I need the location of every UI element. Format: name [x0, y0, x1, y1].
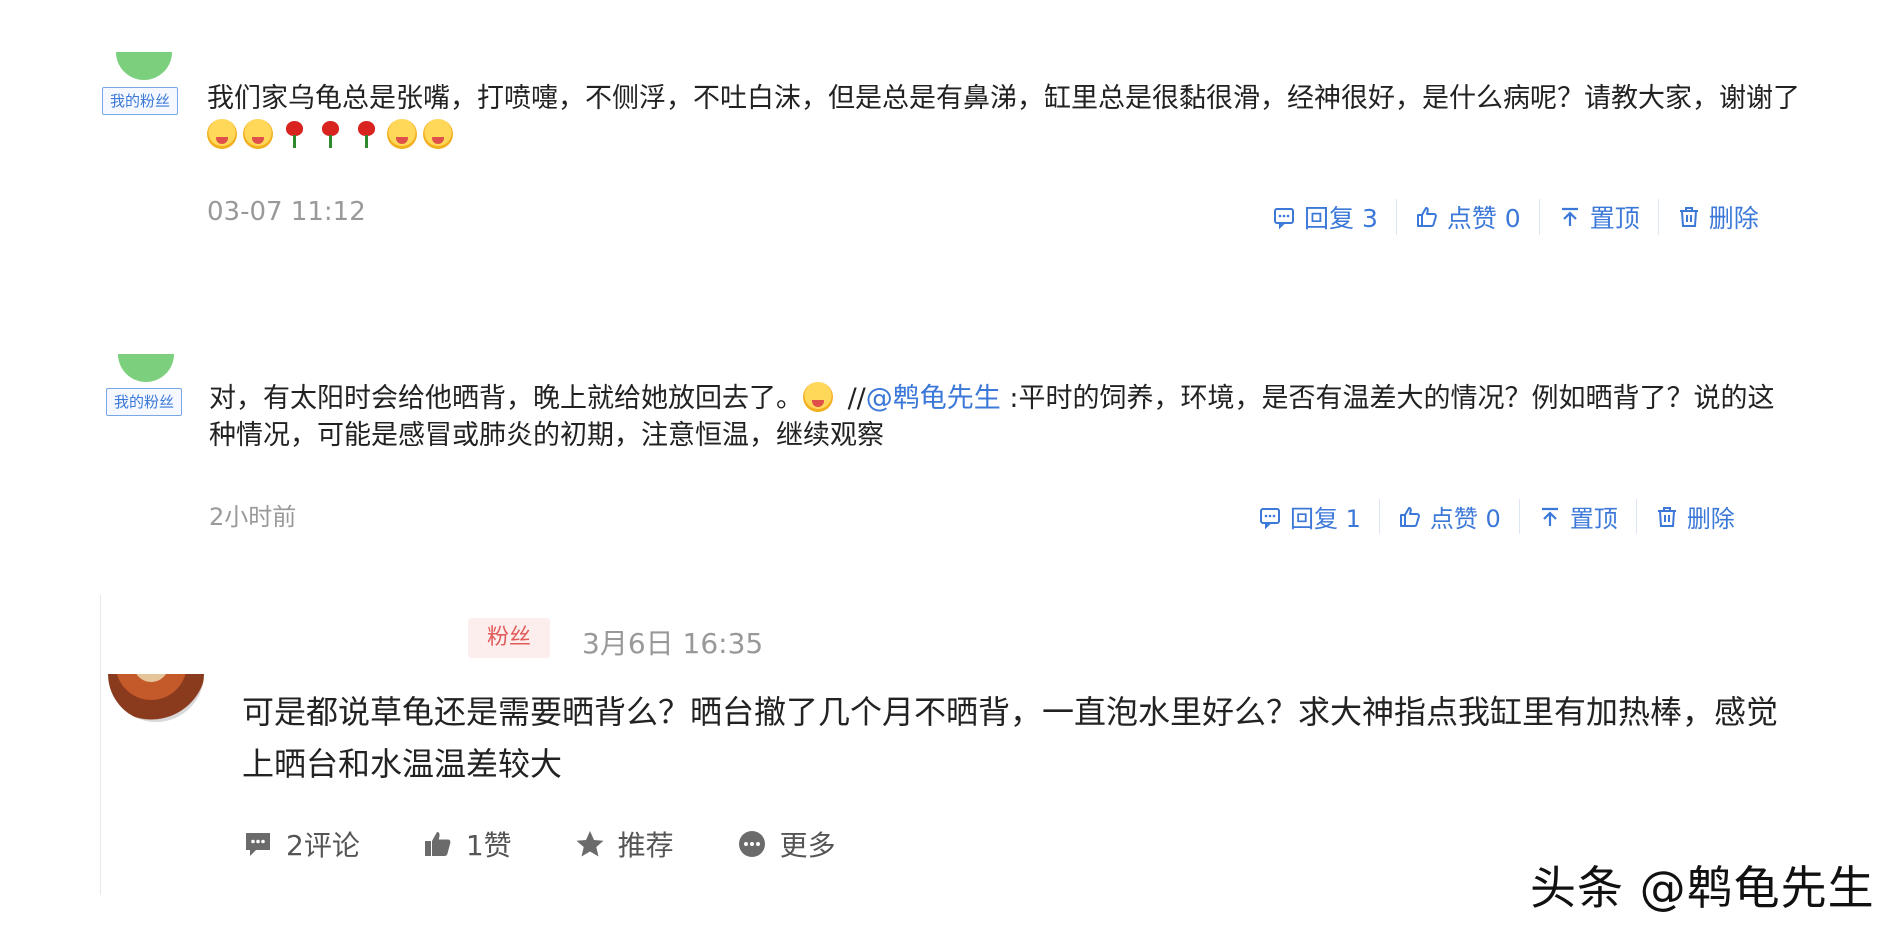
- pin-top-icon: [1541, 507, 1558, 526]
- trash-icon: [1657, 506, 1676, 527]
- comment-icon: [246, 833, 270, 856]
- pin-button[interactable]: 置顶: [1518, 499, 1636, 534]
- like-button[interactable]: 点赞 0: [1395, 199, 1539, 235]
- delete-button[interactable]: 删除: [1635, 499, 1735, 534]
- reply-button[interactable]: 回复 3: [1272, 199, 1396, 235]
- fan-badge: 粉丝: [468, 618, 551, 658]
- avatar[interactable]: [108, 674, 204, 722]
- divider: [100, 595, 101, 895]
- like-button[interactable]: 1赞: [422, 824, 512, 864]
- more-button[interactable]: 更多: [736, 824, 836, 864]
- reply-button[interactable]: 回复 1: [1258, 499, 1379, 534]
- thumbs-up-icon: [1416, 207, 1437, 227]
- pin-button[interactable]: 置顶: [1538, 199, 1658, 235]
- mention-link[interactable]: @鹎龟先生: [866, 383, 1001, 414]
- watermark: 头条 @鹎龟先生: [1530, 861, 1875, 915]
- more-icon: [738, 831, 765, 857]
- blush-emoji-icon: [803, 382, 833, 412]
- like-button[interactable]: 点赞 0: [1378, 499, 1519, 534]
- comment-time: 2小时前: [209, 503, 297, 531]
- comment-text: 我们家乌龟总是张嘴，打喷嚏，不侧浮，不吐白沫，但是总是有鼻涕，缸里总是很黏很滑，…: [207, 80, 1817, 154]
- post-text: 可是都说草龟还是需要晒背么？晒台撤了几个月不晒背，一直泡水里好么？求大神指点我缸…: [242, 693, 1779, 783]
- delete-button[interactable]: 删除: [1657, 199, 1759, 235]
- comment-actions: 回复 3 点赞 0 置顶 删除: [1272, 199, 1759, 235]
- post-time: 3月6日 16:35: [582, 627, 764, 660]
- comment-icon: [1274, 208, 1294, 229]
- rose-emoji-icon: [351, 119, 381, 149]
- star-icon: [576, 831, 604, 857]
- avatar[interactable]: [118, 354, 174, 382]
- pin-top-icon: [1561, 207, 1578, 226]
- thumbs-up-icon: [424, 832, 451, 856]
- fan-tag: 我的粉丝: [106, 388, 183, 416]
- recommend-button[interactable]: 推荐: [574, 824, 674, 864]
- fan-tag: 我的粉丝: [102, 87, 179, 115]
- grin-emoji-icon: [207, 119, 237, 149]
- post-actions: 2评论 1赞 推荐 更多: [242, 824, 898, 864]
- comment-text: 对，有太阳时会给他晒背，晚上就给她放回去了。 //@鹎龟先生 :平时的饲养，环境…: [209, 382, 1775, 451]
- kiss-emoji-icon: [387, 119, 417, 149]
- comment-icon: [1260, 507, 1280, 529]
- kiss-emoji-icon: [423, 119, 453, 149]
- comment-time: 03-07 11:12: [207, 197, 366, 227]
- thumbs-up-icon: [1399, 506, 1420, 527]
- rose-emoji-icon: [279, 119, 309, 149]
- comment-button[interactable]: 2评论: [242, 824, 360, 864]
- comment-actions: 回复 1 点赞 0 置顶 删除: [1258, 499, 1735, 534]
- rose-emoji-icon: [315, 119, 345, 149]
- grin-emoji-icon: [243, 119, 273, 149]
- avatar[interactable]: [116, 52, 172, 80]
- trash-icon: [1679, 207, 1698, 227]
